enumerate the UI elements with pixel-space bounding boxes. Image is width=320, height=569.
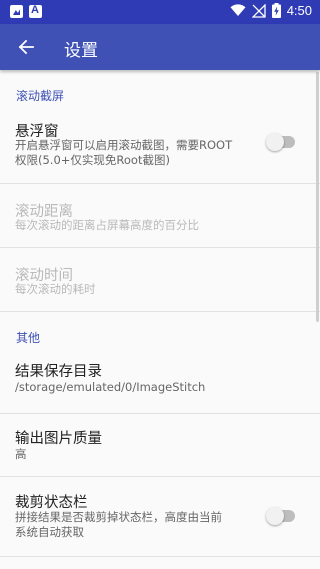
wifi-icon xyxy=(230,4,246,16)
divider xyxy=(0,556,320,557)
pref-scroll-distance[interactable]: 滚动距离 每次滚动的距离占屏幕高度的百分比 xyxy=(0,184,320,247)
scrollbar[interactable] xyxy=(316,72,319,322)
pref-title: 结果保存目录 xyxy=(15,364,102,380)
pref-floating-window[interactable]: 悬浮窗 开启悬浮窗可以启用滚动截图，需要ROOT 权限(5.0+仅实现免Root… xyxy=(0,110,320,184)
section-header-scroll-screenshot: 滚动截屏 xyxy=(16,89,65,103)
pref-save-directory[interactable]: 结果保存目录 /storage/emulated/0/ImageStitch xyxy=(0,350,320,414)
pref-summary-line: 每次滚动的距离占屏幕高度的百分比 xyxy=(15,218,199,232)
settings-list[interactable]: 滚动截屏 悬浮窗 开启悬浮窗可以启用滚动截图，需要ROOT 权限(5.0+仅实现… xyxy=(0,70,320,569)
gallery-notification-icon xyxy=(10,5,23,18)
divider xyxy=(0,311,320,312)
status-time: 4:50 xyxy=(286,3,312,18)
pref-summary: 每次滚动的距离占屏幕高度的百分比 xyxy=(15,218,255,233)
section-header-other: 其他 xyxy=(16,331,41,345)
pref-summary-line: /storage/emulated/0/ImageStitch xyxy=(15,380,206,394)
pref-output-quality[interactable]: 输出图片质量 高 xyxy=(0,414,320,476)
no-signal-icon xyxy=(251,3,266,18)
pref-summary-line: 高 xyxy=(15,447,27,461)
crop-status-bar-switch[interactable] xyxy=(266,506,298,526)
arrow-back-icon xyxy=(18,39,34,55)
pref-title: 输出图片质量 xyxy=(15,431,102,447)
pref-crop-status-bar[interactable]: 裁剪状态栏 拼接结果是否裁剪掉状态栏，高度由当前 系统自动获取 xyxy=(0,477,320,557)
status-bar: 4:50 xyxy=(0,0,320,24)
pref-summary-line: 开启悬浮窗可以启用滚动截图，需要ROOT xyxy=(15,138,233,152)
switch-thumb xyxy=(266,507,284,525)
pref-summary-line: 权限(5.0+仅实现免Root截图) xyxy=(15,153,170,167)
page-title: 设置 xyxy=(64,41,98,61)
pref-summary: /storage/emulated/0/ImageStitch xyxy=(15,380,305,395)
switch-thumb xyxy=(266,133,284,151)
back-button[interactable] xyxy=(8,29,44,65)
pref-scroll-time[interactable]: 滚动时间 每次滚动的耗时 xyxy=(0,248,320,311)
pref-summary: 开启悬浮窗可以启用滚动截图，需要ROOT 权限(5.0+仅实现免Root截图) xyxy=(15,138,255,168)
pref-summary-line: 拼接结果是否裁剪掉状态栏，高度由当前 xyxy=(15,510,222,524)
pref-summary-line: 系统自动获取 xyxy=(15,525,84,539)
pref-summary: 拼接结果是否裁剪掉状态栏，高度由当前 系统自动获取 xyxy=(15,510,255,540)
pref-title: 裁剪状态栏 xyxy=(15,495,88,511)
app-bar: 设置 xyxy=(0,24,320,70)
text-notification-icon xyxy=(29,4,42,18)
battery-charging-icon xyxy=(271,3,281,18)
pref-summary: 每次滚动的耗时 xyxy=(15,282,255,297)
pref-summary: 高 xyxy=(15,447,255,462)
pref-summary-line: 每次滚动的耗时 xyxy=(15,282,96,296)
floating-window-switch[interactable] xyxy=(266,132,298,152)
